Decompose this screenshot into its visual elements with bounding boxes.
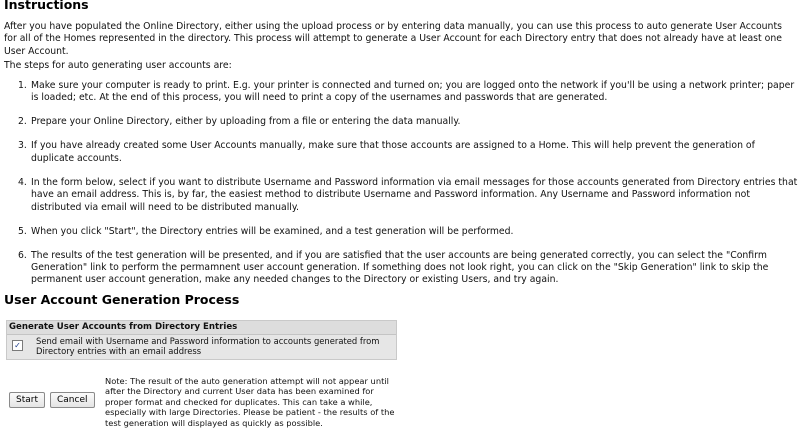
step-number: 5. [18,225,27,237]
panel-title: Generate User Accounts from Directory En… [7,321,396,335]
step-item: 4. In the form below, select if you want… [18,176,798,214]
send-email-checkbox[interactable]: ✓ [12,340,23,351]
step-text: Make sure your computer is ready to prin… [31,80,795,104]
steps-list: 1. Make sure your computer is ready to p… [18,80,798,298]
generation-options-panel: Generate User Accounts from Directory En… [6,320,397,360]
step-item: 3. If you have already created some User… [18,140,798,165]
generation-note: Note: The result of the auto generation … [105,376,395,428]
step-item: 6. The results of the test generation wi… [18,249,798,287]
step-number: 1. [18,80,27,91]
step-number: 6. [18,249,27,261]
step-text: In the form below, select if you want to… [31,176,798,213]
step-text: The results of the test generation will … [31,249,769,286]
step-text: When you click "Start", the Directory en… [31,225,514,237]
steps-intro: The steps for auto generating user accou… [4,60,232,71]
step-number: 4. [18,176,27,188]
start-button[interactable]: Start [9,392,45,408]
step-item: 5. When you click "Start", the Directory… [18,225,798,238]
send-email-label: Send email with Username and Password in… [36,336,380,357]
step-text: Prepare your Online Directory, either by… [31,116,461,128]
step-text: If you have already created some User Ac… [31,140,755,164]
instructions-heading: Instructions [4,0,89,12]
step-number: 3. [18,140,27,152]
step-item: 1. Make sure your computer is ready to p… [18,80,798,105]
process-heading: User Account Generation Process [4,292,240,307]
step-number: 2. [18,116,27,128]
send-email-option-row: ✓ Send email with Username and Password … [7,335,396,359]
cancel-button[interactable]: Cancel [50,392,95,408]
step-item: 2. Prepare your Online Directory, either… [18,116,798,128]
instructions-intro: After you have populated the Online Dire… [4,21,782,57]
